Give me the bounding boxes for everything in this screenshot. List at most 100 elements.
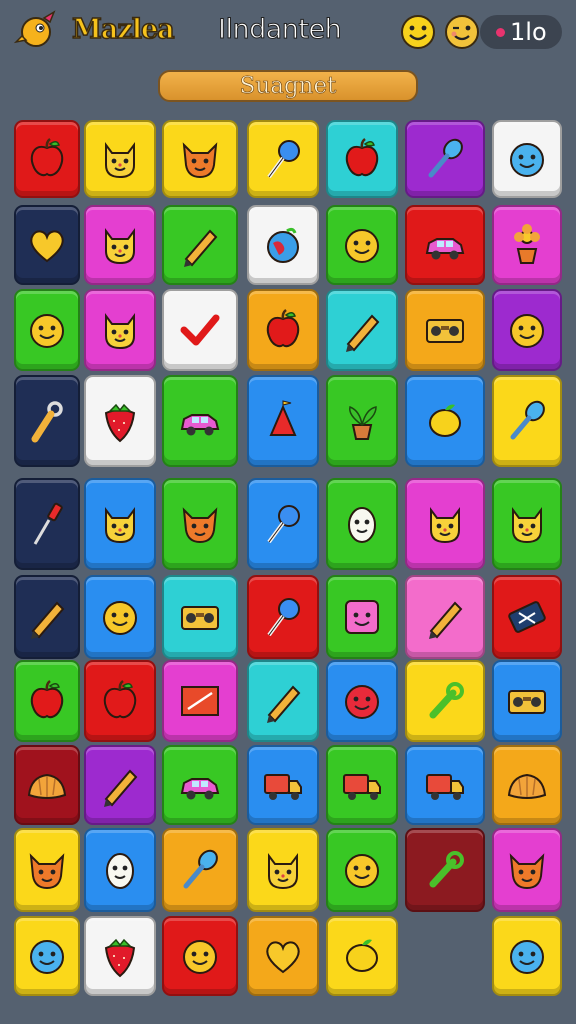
lemon-icon [346, 939, 378, 972]
game-tile[interactable] [84, 375, 156, 467]
plant-pot-icon [349, 405, 377, 440]
smiley-icon[interactable] [400, 14, 436, 50]
bird-logo-icon[interactable] [14, 8, 58, 52]
game-tile[interactable] [14, 478, 80, 570]
game-tile[interactable] [84, 745, 156, 825]
game-tile[interactable] [405, 478, 485, 570]
record-dot-icon [496, 28, 505, 37]
fox-face-icon [509, 853, 545, 890]
game-tile[interactable] [14, 575, 80, 659]
game-tile[interactable] [326, 745, 398, 825]
game-tile[interactable] [84, 120, 156, 198]
game-tile[interactable] [492, 828, 562, 912]
game-tile[interactable] [162, 745, 238, 825]
game-tile[interactable] [84, 916, 156, 996]
game-tile[interactable] [326, 205, 398, 285]
radio-icon [508, 690, 546, 714]
strawberry-icon [104, 938, 136, 978]
wink-face-icon[interactable] [444, 14, 480, 50]
game-tile[interactable] [405, 745, 485, 825]
game-tile[interactable] [492, 120, 562, 198]
lollipop-icon [267, 505, 300, 544]
game-tile[interactable] [326, 828, 398, 912]
game-tile[interactable] [247, 828, 319, 912]
game-tile[interactable] [247, 120, 319, 198]
truck-icon [264, 774, 302, 800]
fox-face-icon [182, 507, 218, 544]
lemon-icon [429, 404, 461, 437]
car-icon [180, 778, 220, 800]
game-tile[interactable] [162, 575, 238, 659]
game-tile[interactable] [492, 575, 562, 659]
level-banner: Suagnet [158, 70, 418, 102]
game-tile[interactable] [326, 660, 398, 742]
game-tile[interactable] [162, 289, 238, 371]
game-tile[interactable] [492, 916, 562, 996]
game-tile[interactable] [492, 660, 562, 742]
game-tile[interactable] [405, 828, 485, 912]
game-tile[interactable] [162, 660, 238, 742]
game-tile[interactable] [247, 745, 319, 825]
game-tile[interactable] [14, 205, 80, 285]
page-title: Ilndanteh [217, 14, 342, 46]
game-tile[interactable] [84, 828, 156, 912]
game-tile[interactable] [84, 289, 156, 371]
game-tile[interactable] [492, 745, 562, 825]
game-tile[interactable] [162, 120, 238, 198]
game-tile[interactable] [326, 478, 398, 570]
game-tile[interactable] [247, 916, 319, 996]
pink-face-icon [345, 600, 379, 634]
game-tile[interactable] [14, 828, 80, 912]
game-tile[interactable] [492, 205, 562, 285]
game-tile[interactable] [162, 205, 238, 285]
game-tile[interactable] [14, 660, 80, 742]
blue-face-icon [30, 940, 64, 974]
cat-face-icon [105, 228, 135, 265]
egg-face-icon [348, 507, 376, 543]
eraser-icon [508, 601, 546, 633]
game-tile[interactable] [247, 375, 319, 467]
fox-face-icon [29, 853, 65, 890]
check-icon [180, 314, 220, 346]
picture-frame-icon [181, 686, 219, 716]
pencil-icon [346, 314, 380, 352]
game-tile[interactable] [405, 660, 485, 742]
game-tile[interactable] [162, 478, 238, 570]
game-tile[interactable] [247, 575, 319, 659]
heart-icon [266, 941, 300, 974]
game-tile[interactable] [326, 375, 398, 467]
game-tile[interactable] [162, 375, 238, 467]
game-tile[interactable] [326, 120, 398, 198]
apple-icon [345, 138, 379, 177]
game-tile[interactable] [326, 289, 398, 371]
game-tile[interactable] [14, 745, 80, 825]
game-tile[interactable] [162, 916, 238, 996]
game-tile[interactable] [84, 575, 156, 659]
game-tile[interactable] [405, 375, 485, 467]
game-tile[interactable] [84, 660, 156, 742]
game-tile[interactable] [247, 205, 319, 285]
game-tile[interactable] [492, 289, 562, 371]
game-tile[interactable] [326, 916, 398, 996]
game-tile[interactable] [14, 375, 80, 467]
game-tile[interactable] [14, 289, 80, 371]
bell-icon [269, 400, 297, 436]
game-tile[interactable] [84, 205, 156, 285]
game-tile[interactable] [405, 205, 485, 285]
game-tile[interactable] [162, 828, 238, 912]
game-tile[interactable] [326, 575, 398, 659]
game-tile[interactable] [84, 478, 156, 570]
croissant-icon [507, 773, 547, 799]
strawberry-icon [104, 403, 136, 443]
game-tile[interactable] [247, 289, 319, 371]
game-tile[interactable] [492, 478, 562, 570]
game-tile[interactable] [492, 375, 562, 467]
game-tile[interactable] [14, 916, 80, 996]
game-tile[interactable] [14, 120, 80, 198]
game-tile[interactable] [247, 478, 319, 570]
game-tile[interactable] [247, 660, 319, 742]
game-tile[interactable] [405, 575, 485, 659]
game-tile[interactable] [405, 120, 485, 198]
game-tile[interactable] [405, 289, 485, 371]
score-counter: 1lo [480, 15, 562, 49]
